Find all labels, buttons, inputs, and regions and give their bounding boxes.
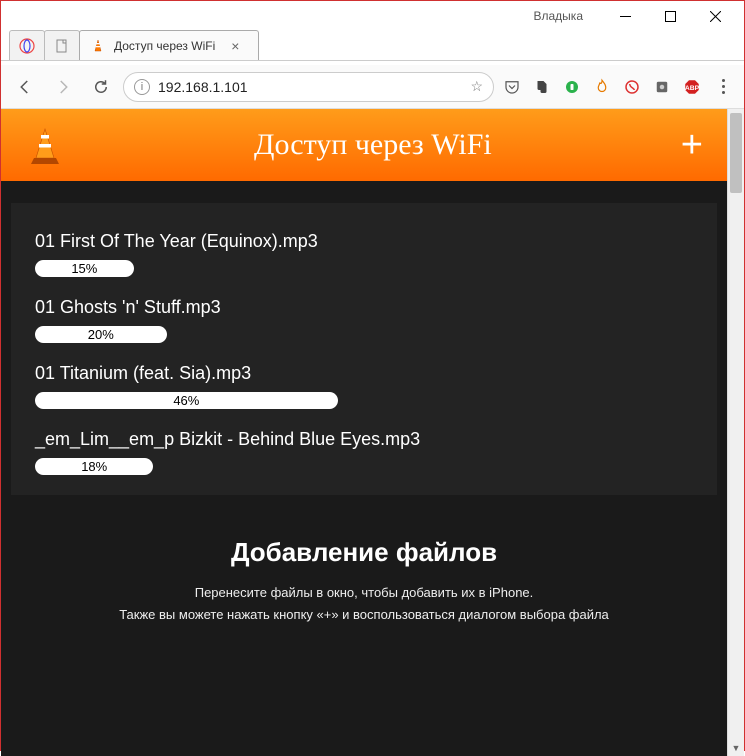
tab-strip: Доступ через WiFi × <box>1 27 744 61</box>
window-minimize-button[interactable] <box>603 2 648 30</box>
red-circle-extension-icon[interactable] <box>620 75 644 99</box>
instructions-section: Добавление файлов Перенесите файлы в окн… <box>1 507 727 626</box>
green-circle-extension-icon[interactable] <box>560 75 584 99</box>
vlc-logo-icon <box>25 125 65 165</box>
progress-bar: 18% <box>35 458 693 475</box>
instructions-line2: Также вы можете нажать кнопку «+» и восп… <box>31 604 697 626</box>
upload-filename: 01 Ghosts 'n' Stuff.mp3 <box>35 297 693 318</box>
progress-label: 46% <box>173 393 199 408</box>
progress-fill: 15% <box>35 260 134 277</box>
progress-bar: 15% <box>35 260 693 277</box>
upload-filename: 01 First Of The Year (Equinox).mp3 <box>35 231 693 252</box>
progress-fill: 20% <box>35 326 167 343</box>
page-header: Доступ через WiFi + <box>1 109 727 181</box>
upload-item: 01 First Of The Year (Equinox).mp3 15% <box>11 221 717 287</box>
nav-forward-button[interactable] <box>47 71 79 103</box>
tab-close-icon[interactable]: × <box>231 39 239 53</box>
add-file-button[interactable]: + <box>681 126 703 164</box>
nav-reload-button[interactable] <box>85 71 117 103</box>
progress-bar: 46% <box>35 392 693 409</box>
page-content: Доступ через WiFi + 01 First Of The Year… <box>1 109 727 756</box>
progress-fill: 18% <box>35 458 153 475</box>
url-input[interactable] <box>158 79 462 95</box>
browser-toolbar: i ☆ ABP <box>1 65 744 109</box>
window-maximize-button[interactable] <box>648 2 693 30</box>
nav-back-button[interactable] <box>9 71 41 103</box>
tab-active[interactable]: Доступ через WiFi × <box>79 30 259 60</box>
progress-fill: 46% <box>35 392 338 409</box>
svg-text:ABP: ABP <box>685 85 700 92</box>
progress-label: 15% <box>71 261 97 276</box>
address-bar[interactable]: i ☆ <box>123 72 494 102</box>
bookmark-star-icon[interactable]: ☆ <box>470 78 483 95</box>
window-close-button[interactable] <box>693 2 738 30</box>
page-title: Доступ через WiFi <box>65 128 681 162</box>
upload-filename: _em_Lim__em_p Bizkit - Behind Blue Eyes.… <box>35 429 693 450</box>
progress-label: 20% <box>88 327 114 342</box>
flame-extension-icon[interactable] <box>590 75 614 99</box>
pocket-extension-icon[interactable] <box>500 75 524 99</box>
scrollbar-thumb[interactable] <box>730 113 742 193</box>
pinned-tab-2[interactable] <box>44 30 80 60</box>
upload-item: _em_Lim__em_p Bizkit - Behind Blue Eyes.… <box>11 419 717 485</box>
browser-menu-button[interactable] <box>710 71 736 103</box>
progress-label: 18% <box>81 459 107 474</box>
vertical-scrollbar[interactable]: ▲ ▼ <box>727 109 744 756</box>
page-viewport: Доступ через WiFi + 01 First Of The Year… <box>1 109 744 756</box>
uploads-list: 01 First Of The Year (Equinox).mp3 15% 0… <box>11 203 717 495</box>
adblock-extension-icon[interactable]: ABP <box>680 75 704 99</box>
upload-item: 01 Ghosts 'n' Stuff.mp3 20% <box>11 287 717 353</box>
pinned-tab-1[interactable] <box>9 30 45 60</box>
user-label: Владыка <box>534 9 584 23</box>
upload-item: 01 Titanium (feat. Sia).mp3 46% <box>11 353 717 419</box>
evernote-extension-icon[interactable] <box>530 75 554 99</box>
opera-icon <box>19 38 35 54</box>
vlc-favicon-icon <box>90 38 106 54</box>
progress-bar: 20% <box>35 326 693 343</box>
instructions-line1: Перенесите файлы в окно, чтобы добавить … <box>31 582 697 604</box>
tag-extension-icon[interactable] <box>650 75 674 99</box>
page-icon <box>54 38 70 54</box>
upload-filename: 01 Titanium (feat. Sia).mp3 <box>35 363 693 384</box>
site-info-icon[interactable]: i <box>134 79 150 95</box>
tab-title: Доступ через WiFi <box>114 39 215 53</box>
scroll-down-arrow-icon[interactable]: ▼ <box>728 739 744 756</box>
instructions-heading: Добавление файлов <box>31 537 697 568</box>
